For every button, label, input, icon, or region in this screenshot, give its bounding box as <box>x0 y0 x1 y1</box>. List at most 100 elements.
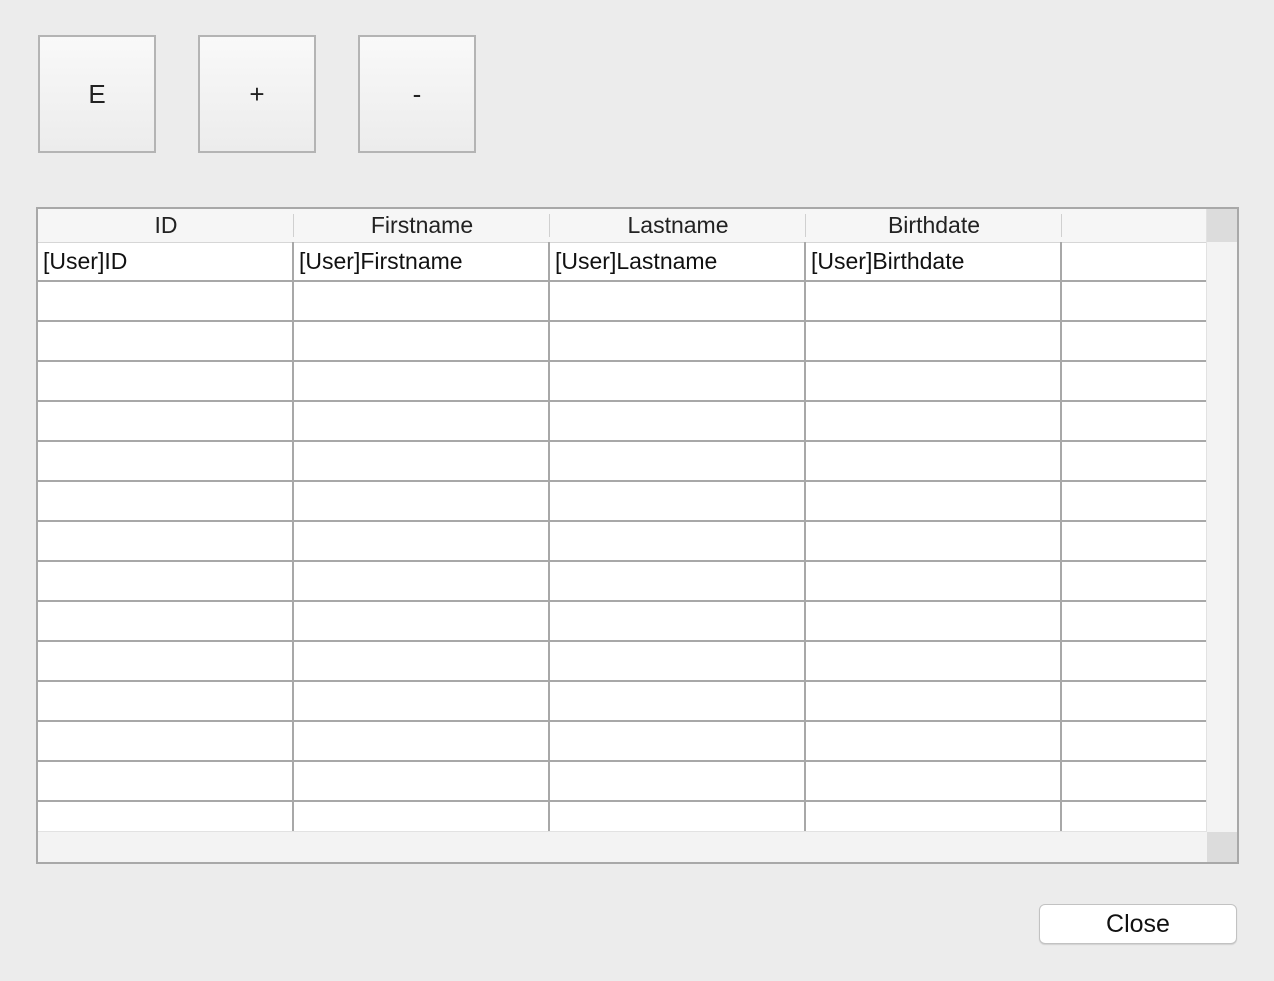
cell-lastname[interactable] <box>550 642 806 680</box>
table-row[interactable] <box>38 522 1207 562</box>
cell-id[interactable] <box>38 522 294 560</box>
column-header-firstname[interactable]: Firstname <box>294 209 550 242</box>
cell-firstname[interactable] <box>294 722 550 760</box>
cell-id[interactable] <box>38 682 294 720</box>
cell-firstname[interactable] <box>294 562 550 600</box>
cell-birthdate[interactable] <box>806 442 1062 480</box>
cell-id[interactable] <box>38 322 294 360</box>
header-corner <box>1207 209 1237 242</box>
cell-birthdate[interactable]: [User]Birthdate <box>806 242 1062 280</box>
cell-lastname[interactable] <box>550 522 806 560</box>
cell-firstname[interactable] <box>294 642 550 680</box>
cell-filler <box>1062 282 1207 320</box>
table-row[interactable] <box>38 722 1207 762</box>
cell-firstname[interactable] <box>294 282 550 320</box>
cell-birthdate[interactable] <box>806 762 1062 800</box>
table-row[interactable] <box>38 562 1207 602</box>
cell-birthdate[interactable] <box>806 362 1062 400</box>
table-row[interactable] <box>38 482 1207 522</box>
cell-firstname[interactable]: [User]Firstname <box>294 242 550 280</box>
cell-birthdate[interactable] <box>806 282 1062 320</box>
cell-birthdate[interactable] <box>806 562 1062 600</box>
cell-lastname[interactable] <box>550 282 806 320</box>
cell-lastname[interactable] <box>550 362 806 400</box>
table-row[interactable] <box>38 682 1207 722</box>
cell-lastname[interactable] <box>550 602 806 640</box>
table-row[interactable] <box>38 362 1207 402</box>
cell-birthdate[interactable] <box>806 802 1062 834</box>
column-header-lastname[interactable]: Lastname <box>550 209 806 242</box>
table-row[interactable] <box>38 442 1207 482</box>
edit-button[interactable]: E <box>38 35 156 153</box>
cell-id[interactable] <box>38 282 294 320</box>
cell-birthdate[interactable] <box>806 522 1062 560</box>
cell-id[interactable] <box>38 722 294 760</box>
table-row[interactable] <box>38 402 1207 442</box>
cell-firstname[interactable] <box>294 682 550 720</box>
cell-id[interactable] <box>38 482 294 520</box>
cell-firstname[interactable] <box>294 322 550 360</box>
table-row[interactable]: [User]ID [User]Firstname [User]Lastname [Us… <box>38 242 1207 282</box>
cell-lastname[interactable] <box>550 562 806 600</box>
cell-lastname[interactable] <box>550 442 806 480</box>
cell-lastname[interactable] <box>550 482 806 520</box>
cell-lastname[interactable] <box>550 682 806 720</box>
table-row[interactable] <box>38 602 1207 642</box>
cell-birthdate[interactable] <box>806 642 1062 680</box>
cell-birthdate[interactable] <box>806 682 1062 720</box>
cell-filler <box>1062 442 1207 480</box>
cell-id[interactable] <box>38 362 294 400</box>
cell-id[interactable] <box>38 802 294 834</box>
cell-birthdate[interactable] <box>806 602 1062 640</box>
cell-filler <box>1062 602 1207 640</box>
cell-firstname[interactable] <box>294 762 550 800</box>
cell-lastname[interactable] <box>550 402 806 440</box>
column-header-filler <box>1062 209 1207 242</box>
cell-id[interactable] <box>38 562 294 600</box>
cell-birthdate[interactable] <box>806 322 1062 360</box>
cell-filler <box>1062 242 1207 280</box>
cell-filler <box>1062 562 1207 600</box>
cell-id[interactable] <box>38 402 294 440</box>
table-row[interactable] <box>38 642 1207 682</box>
cell-id[interactable] <box>38 602 294 640</box>
cell-firstname[interactable] <box>294 442 550 480</box>
cell-firstname[interactable] <box>294 522 550 560</box>
cell-filler <box>1062 322 1207 360</box>
table-row[interactable] <box>38 802 1207 834</box>
cell-id[interactable] <box>38 762 294 800</box>
cell-filler <box>1062 722 1207 760</box>
cell-birthdate[interactable] <box>806 402 1062 440</box>
cell-firstname[interactable] <box>294 802 550 834</box>
cell-id[interactable] <box>38 642 294 680</box>
cell-id[interactable]: [User]ID <box>38 242 294 280</box>
cell-lastname[interactable]: [User]Lastname <box>550 242 806 280</box>
cell-id[interactable] <box>38 442 294 480</box>
cell-firstname[interactable] <box>294 482 550 520</box>
table-row[interactable] <box>38 762 1207 802</box>
vertical-scrollbar[interactable] <box>1206 209 1237 834</box>
close-button[interactable]: Close <box>1039 904 1237 944</box>
table-row[interactable] <box>38 282 1207 322</box>
column-header-birthdate[interactable]: Birthdate <box>806 209 1062 242</box>
remove-button[interactable]: - <box>358 35 476 153</box>
cell-birthdate[interactable] <box>806 482 1062 520</box>
table-header: ID Firstname Lastname Birthdate <box>38 209 1207 243</box>
cell-lastname[interactable] <box>550 722 806 760</box>
scrollbar-corner <box>1207 832 1237 862</box>
horizontal-scrollbar[interactable] <box>38 831 1207 862</box>
cell-lastname[interactable] <box>550 762 806 800</box>
cell-filler <box>1062 362 1207 400</box>
cell-filler <box>1062 482 1207 520</box>
column-header-id[interactable]: ID <box>38 209 294 242</box>
cell-firstname[interactable] <box>294 602 550 640</box>
users-table[interactable]: ID Firstname Lastname Birthdate [User]ID… <box>36 207 1239 864</box>
cell-birthdate[interactable] <box>806 722 1062 760</box>
cell-lastname[interactable] <box>550 802 806 834</box>
table-row[interactable] <box>38 322 1207 362</box>
cell-firstname[interactable] <box>294 402 550 440</box>
cell-lastname[interactable] <box>550 322 806 360</box>
cell-firstname[interactable] <box>294 362 550 400</box>
add-button[interactable]: + <box>198 35 316 153</box>
cell-filler <box>1062 642 1207 680</box>
